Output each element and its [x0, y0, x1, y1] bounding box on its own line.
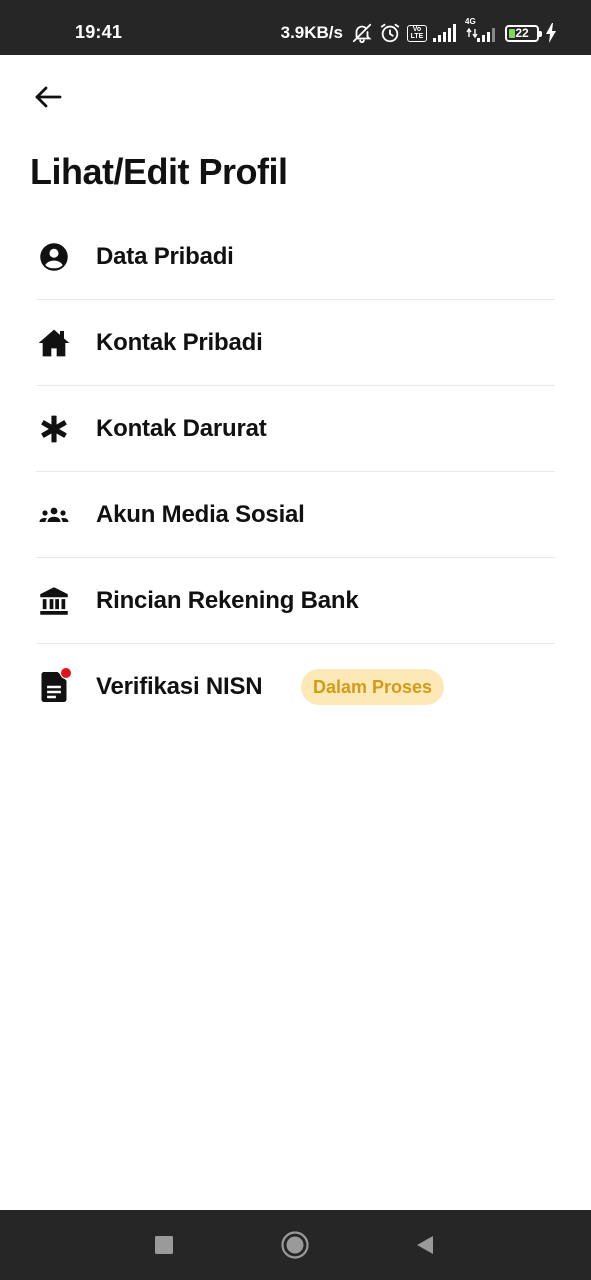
charging-icon: [545, 23, 557, 43]
signal-4g-icon: 4G: [465, 17, 499, 42]
status-bar: 19:41 3.9KB/s Vo LTE 4G 22: [0, 0, 591, 55]
menu-item-kontak-pribadi[interactable]: Kontak Pribadi: [36, 300, 555, 386]
menu-item-label: Akun Media Sosial: [96, 500, 305, 528]
asterisk-icon: [38, 413, 70, 445]
menu-item-label: Kontak Pribadi: [96, 328, 263, 356]
status-badge: Dalam Proses: [301, 669, 445, 705]
alarm-icon: [379, 22, 401, 44]
recents-square-icon: [155, 1236, 173, 1254]
page-title: Lihat/Edit Profil: [30, 151, 288, 192]
menu-item-data-pribadi[interactable]: Data Pribadi: [36, 214, 555, 300]
back-button[interactable]: [28, 80, 68, 114]
menu-item-akun-media-sosial[interactable]: Akun Media Sosial: [36, 472, 555, 558]
menu-item-label: Rincian Rekening Bank: [96, 586, 359, 614]
arrow-left-icon: [35, 86, 62, 108]
home-button[interactable]: [280, 1230, 310, 1260]
back-nav-button[interactable]: [410, 1230, 440, 1260]
status-time: 19:41: [75, 22, 123, 42]
menu-item-kontak-darurat[interactable]: Kontak Darurat: [36, 386, 555, 472]
group-icon: [38, 499, 70, 531]
document-icon: [38, 667, 72, 703]
menu-item-label: Data Pribadi: [96, 242, 234, 270]
notification-dot: [60, 667, 72, 679]
battery-level: 22: [515, 26, 529, 40]
menu-item-verifikasi-nisn[interactable]: Verifikasi NISN Dalam Proses: [36, 644, 555, 730]
menu-item-label: Verifikasi NISN: [96, 673, 263, 700]
menu-item-rincian-rekening-bank[interactable]: Rincian Rekening Bank: [36, 558, 555, 644]
account-circle-icon: [38, 241, 70, 273]
bell-off-icon: [351, 22, 373, 44]
recents-button[interactable]: [149, 1230, 179, 1260]
volte-icon: Vo LTE: [407, 24, 427, 42]
battery-icon: 22: [505, 24, 542, 42]
profile-menu: Data Pribadi Kontak Pribadi Kontak Darur…: [36, 214, 555, 730]
status-icons: 3.9KB/s Vo LTE 4G 22: [280, 17, 557, 46]
home-icon: [38, 327, 70, 359]
menu-item-label: Kontak Darurat: [96, 414, 267, 442]
home-circle-icon: [281, 1231, 309, 1259]
bank-icon: [38, 585, 70, 617]
signal-icon: [433, 24, 459, 42]
back-triangle-icon: [417, 1236, 433, 1254]
system-nav-bar: [0, 1210, 591, 1280]
network-speed: 3.9KB/s: [280, 23, 343, 42]
